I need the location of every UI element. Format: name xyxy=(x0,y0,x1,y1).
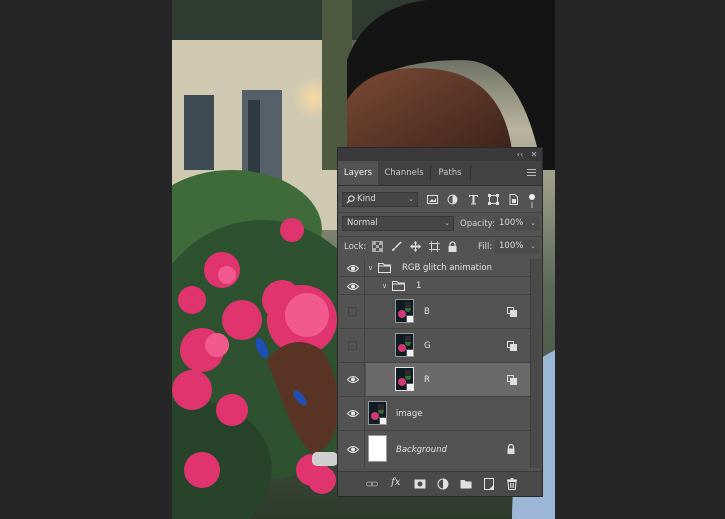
opacity-field[interactable]: 100% ⌄ xyxy=(494,216,540,231)
layer-thumbnail xyxy=(395,367,414,391)
opacity-value: 100% xyxy=(499,218,524,228)
eye-icon[interactable] xyxy=(347,409,359,418)
folder-icon xyxy=(378,263,391,273)
layer-thumbnail xyxy=(395,299,414,323)
panel-menu-icon[interactable] xyxy=(527,169,536,177)
divider xyxy=(364,277,365,294)
panel-tabs: Layers Channels Paths xyxy=(338,161,542,186)
adjustment-icon[interactable] xyxy=(437,478,449,490)
chevron-down-icon: ⌄ xyxy=(530,242,536,250)
search-icon xyxy=(346,195,355,204)
smart-object-icon xyxy=(406,349,413,356)
layers-panel: ‹‹ ✕ Layers Channels Paths Kind ⌄ Normal… xyxy=(337,147,543,497)
layer-row-image[interactable]: image xyxy=(340,397,530,431)
fill-field[interactable]: 100% ⌄ xyxy=(494,239,540,254)
layer-name: image xyxy=(396,409,423,419)
eye-icon[interactable] xyxy=(347,264,359,273)
smart-object-icon xyxy=(406,383,413,390)
chevron-down-icon[interactable]: ∨ xyxy=(368,263,373,273)
filter-toggle-track xyxy=(531,202,533,208)
blend-mode-value: Normal xyxy=(347,218,378,228)
divider xyxy=(364,329,365,362)
opacity-label: Opacity: xyxy=(460,219,495,229)
image-filter-icon[interactable] xyxy=(427,194,438,205)
eye-icon[interactable] xyxy=(347,375,359,384)
mask-icon[interactable] xyxy=(414,478,426,490)
fill-label: Fill: xyxy=(478,242,493,252)
lock-label: Lock: xyxy=(344,242,367,252)
layer-style-icon[interactable] xyxy=(507,341,517,351)
lock-position-icon[interactable] xyxy=(410,241,421,252)
smart-object-icon xyxy=(406,315,413,322)
chevron-down-icon: ⌄ xyxy=(444,219,450,227)
chevron-down-icon: ⌄ xyxy=(530,219,536,227)
link-icon[interactable] xyxy=(366,478,378,490)
lock-transparent-pixels-icon[interactable] xyxy=(372,241,383,252)
divider xyxy=(364,431,365,468)
layer-row-g[interactable]: G xyxy=(340,329,530,363)
layers-list: ∨ RGB glitch animation ∨ 1 B G R image B… xyxy=(340,259,530,468)
lock-artboard-icon[interactable] xyxy=(429,241,440,252)
filter-kind-label: Kind xyxy=(357,194,376,204)
divider xyxy=(364,295,365,328)
filter-kind-select[interactable]: Kind ⌄ xyxy=(342,192,418,207)
tab-paths[interactable]: Paths xyxy=(431,161,469,185)
fill-value: 100% xyxy=(499,241,524,251)
divider xyxy=(364,259,365,276)
smart-object-icon xyxy=(379,417,386,424)
close-icon[interactable]: ✕ xyxy=(528,148,540,161)
fx-icon[interactable]: fx xyxy=(391,477,405,489)
layer-name: RGB glitch animation xyxy=(402,263,492,273)
lock-all-icon[interactable] xyxy=(447,241,458,252)
layer-style-icon[interactable] xyxy=(507,375,517,385)
divider xyxy=(364,397,365,430)
layer-row-r[interactable]: R xyxy=(340,363,530,397)
type-filter-icon[interactable] xyxy=(468,194,479,205)
layer-name: 1 xyxy=(416,281,422,291)
layer-name: G xyxy=(424,341,431,351)
double-chevron-icon[interactable]: ‹‹ xyxy=(514,148,526,161)
panel-bottom-toolbar: fx xyxy=(338,471,542,496)
selected-highlight xyxy=(366,363,530,396)
layer-thumbnail xyxy=(395,333,414,357)
filter-toggle-icon[interactable] xyxy=(529,194,535,200)
eye-icon[interactable] xyxy=(347,282,359,291)
panel-title-bar: ‹‹ ✕ xyxy=(338,148,542,161)
visibility-toggle[interactable] xyxy=(348,307,357,316)
new-layer-icon[interactable] xyxy=(483,478,495,490)
tab-channels[interactable]: Channels xyxy=(379,161,429,185)
layer-name: Background xyxy=(396,445,447,455)
layer-name: R xyxy=(424,375,430,385)
layer-row-background[interactable]: Background xyxy=(340,431,530,468)
tab-layers[interactable]: Layers xyxy=(338,161,378,185)
layer-thumbnail xyxy=(368,401,387,425)
lock-image-pixels-icon[interactable] xyxy=(391,241,402,252)
divider xyxy=(364,363,365,396)
adjustment-filter-icon[interactable] xyxy=(447,194,458,205)
layer-thumbnail xyxy=(368,435,387,462)
smart-object-filter-icon[interactable] xyxy=(508,194,519,205)
divider xyxy=(338,212,542,213)
eye-icon[interactable] xyxy=(347,445,359,454)
visibility-toggle[interactable] xyxy=(348,341,357,350)
folder-icon xyxy=(392,281,405,291)
lock-icon[interactable] xyxy=(506,444,516,454)
layers-scrollbar[interactable] xyxy=(530,259,541,468)
layer-style-icon[interactable] xyxy=(507,307,517,317)
trash-icon[interactable] xyxy=(506,478,518,490)
shape-filter-icon[interactable] xyxy=(488,194,499,205)
layer-row-b[interactable]: B xyxy=(340,295,530,329)
chevron-down-icon: ⌄ xyxy=(408,195,414,203)
layer-name: B xyxy=(424,307,430,317)
layer-row-group-1[interactable]: ∨ 1 xyxy=(340,277,530,295)
divider xyxy=(338,236,542,237)
layer-row-group-rgb[interactable]: ∨ RGB glitch animation xyxy=(340,259,530,277)
chevron-down-icon[interactable]: ∨ xyxy=(382,281,387,291)
blend-mode-select[interactable]: Normal ⌄ xyxy=(342,216,454,231)
folder-icon[interactable] xyxy=(460,478,472,490)
